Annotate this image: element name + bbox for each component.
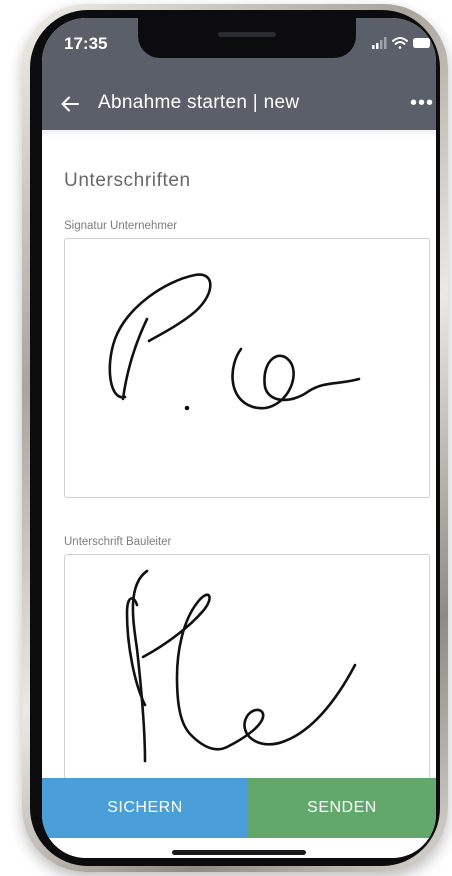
signature-supervisor-drawing: [125, 569, 357, 763]
home-area: [42, 838, 436, 858]
wifi-icon: [392, 37, 408, 49]
signature-contractor-pad[interactable]: [64, 238, 430, 498]
more-icon[interactable]: •••: [410, 92, 436, 115]
page-title: Abnahme starten | new: [98, 92, 300, 113]
battery-icon: [413, 38, 430, 48]
status-icons: [370, 36, 430, 50]
speaker: [218, 32, 276, 37]
save-button[interactable]: SICHERN: [42, 778, 248, 838]
app-header: 17:35 Abnahme starten | new •••: [42, 18, 436, 130]
status-time: 17:35: [64, 34, 108, 53]
signature-contractor-drawing: [108, 273, 361, 411]
header-shadow: [42, 130, 436, 138]
content-area: Unterschriften Signatur Unternehmer Unte…: [42, 130, 436, 806]
signature-contractor-label: Signatur Unternehmer: [64, 220, 178, 232]
notch: [138, 18, 356, 58]
section-title: Unterschriften: [64, 170, 191, 191]
back-arrow-icon[interactable]: [60, 94, 80, 114]
footer-actions: SICHERN SENDEN: [42, 778, 436, 838]
signature-supervisor-label: Unterschrift Bauleiter: [64, 536, 172, 548]
phone-screen: 17:35 Abnahme starten | new ••• Untersch…: [42, 18, 436, 858]
signal-icon: [372, 37, 387, 49]
send-button[interactable]: SENDEN: [248, 778, 436, 838]
home-indicator: [172, 850, 306, 855]
signature-supervisor-pad[interactable]: [64, 554, 430, 806]
